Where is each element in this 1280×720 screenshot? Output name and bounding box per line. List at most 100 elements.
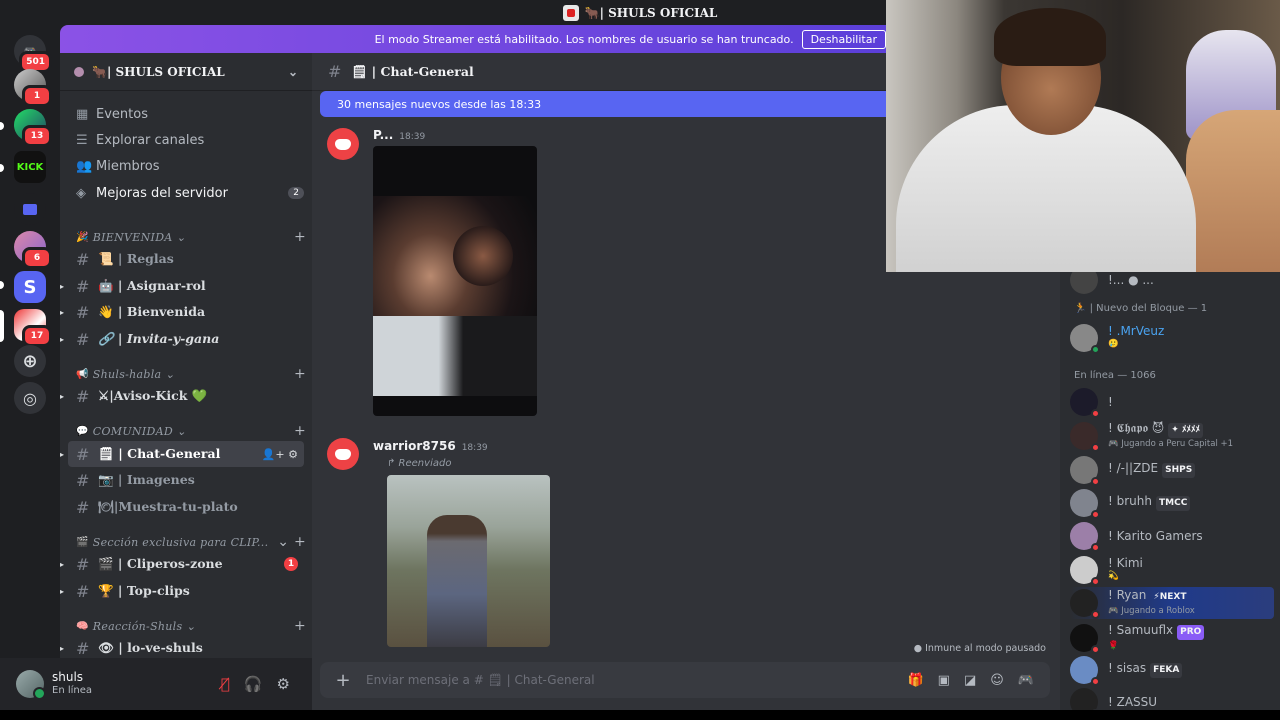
member-name-block: ! Ryan ⚡NEXT 🎮 Jugando a Roblox [1108,588,1195,618]
category-comunidad[interactable]: 💬 COMUNIDAD ⌄ + [76,422,306,440]
server-icon-sigmaly[interactable]: 6 [14,231,52,269]
message-author[interactable]: warrior8756 18:39 [373,439,488,453]
nav-events[interactable]: ▦ Eventos [68,101,304,127]
member-name: ! Samuuflx [1108,622,1174,637]
microphone-muted-icon[interactable]: 🎙̸ [221,675,230,693]
add-channel-icon[interactable]: ⌄ + [277,534,306,550]
message-input[interactable]: Enviar mensaje a # 🗒 | Chat-General [366,673,907,687]
member-row[interactable]: ! Samuuflx PRO 🌹 [1070,622,1274,654]
gif-icon[interactable]: ▣ [938,673,950,688]
calendar-icon: ▦ [76,106,89,122]
discord-window: 🐂| SHULS OFICIAL El modo Streamer está h… [0,0,1280,720]
avatar[interactable] [16,670,46,700]
member-name-block: ! sisas FEKA [1108,662,1183,678]
member-avatar [1070,272,1098,294]
member-name: ! Karito Gamers [1108,528,1203,543]
nav-label: Miembros [96,158,160,174]
shuls-server-icon[interactable]: 17 [14,309,52,347]
channel-bienvenida[interactable]: ▸ # 👋 | Bienvenida [60,299,304,325]
add-channel-icon[interactable]: + [294,366,306,382]
member-name-block: ! /-||ZDE SHPS [1108,461,1196,478]
member-row[interactable]: ! sisas FEKA [1070,654,1274,686]
nav-label: Eventos [96,106,148,122]
selected-indicator [0,310,4,342]
member-tag: ⚡NEXT [1153,591,1187,602]
channel-invita-y-gana[interactable]: ▸ # 🔗 | Invita-y-gana [60,326,304,352]
member-row[interactable]: ! [1070,386,1274,418]
channel-cliperos-zone[interactable]: ▸ # 🎬 | Cliperos-zone 1 [60,551,304,577]
category-shuls-habla[interactable]: 📢 Shuls-habla ⌄ + [76,365,306,383]
channel-label: 👋 | Bienvenida [98,304,206,319]
channel-top-clips[interactable]: ▸ # 🏆 | Top-clips [60,578,304,604]
nav-members[interactable]: 👥 Miembros [68,153,304,179]
server-icon-s[interactable]: S [14,271,46,303]
server-icon-1[interactable]: 1 [14,69,52,107]
add-channel-icon[interactable]: + [294,229,306,245]
channel-aviso-kick[interactable]: ▸ # ⚔|Aviso-Kick 💚 [60,383,304,409]
kick-server-icon[interactable]: KICK [14,151,46,183]
channel-chat-general[interactable]: ▸ # 🗒 | Chat-General 👤+ ⚙ [60,441,304,467]
megaphone-icon: 📢 [76,368,89,380]
nav-browse-channels[interactable]: ☰ Explorar canales [68,127,304,153]
channel-label: 👁 | lo-ve-shuls [98,640,203,655]
pause-immune-note: ● Inmune al modo pausado [913,643,1046,654]
author-name: P... [373,128,394,142]
member-activity: 🎮 Jugando a Peru Capital +1 [1108,438,1234,449]
member-row-partial[interactable]: !... ● ... [1070,272,1274,296]
server-icon-2[interactable]: 13 [14,109,52,147]
message-time: 18:39 [399,132,426,142]
composer-tools: 🎁 ▣ ◪ ☺ 🎮 [907,673,1034,688]
member-row[interactable]: ! Ryan ⚡NEXT 🎮 Jugando a Roblox [1070,587,1274,619]
disable-streamer-button[interactable]: Deshabilitar [801,29,886,49]
hash-icon: # [76,302,90,322]
member-name-block: ! [1108,395,1113,409]
gift-icon[interactable]: 🎁 [907,673,923,688]
member-row[interactable]: ! Karito Gamers [1070,520,1274,552]
gear-icon[interactable]: ⚙ [277,675,290,693]
chevron-down-icon[interactable]: ⌄ [288,65,298,79]
headphones-icon[interactable]: 🎧 [244,675,263,693]
channel-label: 🔗 | Invita-y-gana [98,331,220,346]
member-avatar [1070,624,1100,654]
discover-icon[interactable]: ◎ [14,382,46,414]
invite-settings-icons[interactable]: 👤+ ⚙ [262,448,298,461]
channel-asignar-rol[interactable]: ▸ # 🤖 | Asignar-rol [60,273,304,299]
member-activity: 🎮 Jugando a Roblox [1108,605,1195,616]
add-server-icon[interactable]: ⊕ [14,345,46,377]
server-header[interactable]: 🐂| SHULS OFICIAL ⌄ [60,53,312,91]
member-row[interactable]: ! Kimi 💫 [1070,554,1274,586]
user-info[interactable]: shuls En línea [52,670,92,698]
add-attachment-icon[interactable]: + [320,670,366,691]
member-row[interactable]: ! /-||ZDE SHPS [1070,454,1274,486]
message-image-forwarded[interactable] [387,475,550,647]
category-label: Sección exclusiva para CLIP... [92,535,269,549]
member-row[interactable]: ! .MrVeuz 🥲 [1070,322,1274,354]
channel-reglas[interactable]: # 📜 | Reglas [68,246,304,272]
new-messages-bar[interactable]: 30 mensajes nuevos desde las 18:33 [320,91,886,117]
message-avatar[interactable] [327,438,359,470]
category-reaccion[interactable]: 🧠 Reacción-Shuls ⌄ + [76,617,306,635]
member-row[interactable]: ! bruhh TMCC [1070,487,1274,519]
emoji-icon[interactable]: ☺ [990,673,1004,688]
message-avatar[interactable] [327,128,359,160]
add-channel-icon[interactable]: + [294,618,306,634]
category-clips[interactable]: 🎬 Sección exclusiva para CLIP... ⌄ + [76,533,306,551]
direct-messages-button[interactable]: 🎮 501 [14,35,52,73]
nav-server-boost[interactable]: ◈ Mejoras del servidor 2 [68,180,304,206]
member-row[interactable]: ! ZASSU [1070,686,1274,710]
channel-label: 🎬 | Cliperos-zone [98,556,223,571]
channel-imagenes[interactable]: # 📷 | Imagenes [68,467,304,493]
member-row[interactable]: ! 𝕮𝖍𝖆𝖕𝖔 😈 ✦ ﾒﾒﾒﾒ 🎮 Jugando a Peru Capital … [1070,420,1274,452]
member-avatar [1070,324,1100,354]
message-author[interactable]: P... 18:39 [373,128,425,142]
screen-bottom-edge [0,710,1280,720]
apps-icon[interactable]: 🎮 [1018,673,1034,688]
add-channel-icon[interactable]: + [294,423,306,439]
message-image-photo[interactable] [373,146,537,416]
channel-muestra-tu-plato[interactable]: # 🍽|Muestra-tu-plato [68,494,304,520]
member-name: ! /-||ZDE [1108,461,1159,475]
category-bienvenida[interactable]: 🎉 BIENVENIDA ⌄ + [76,228,306,246]
folder-icon[interactable] [14,193,46,225]
message-composer: + Enviar mensaje a # 🗒 | Chat-General 🎁 … [320,662,1050,698]
sticker-icon[interactable]: ◪ [964,673,976,688]
